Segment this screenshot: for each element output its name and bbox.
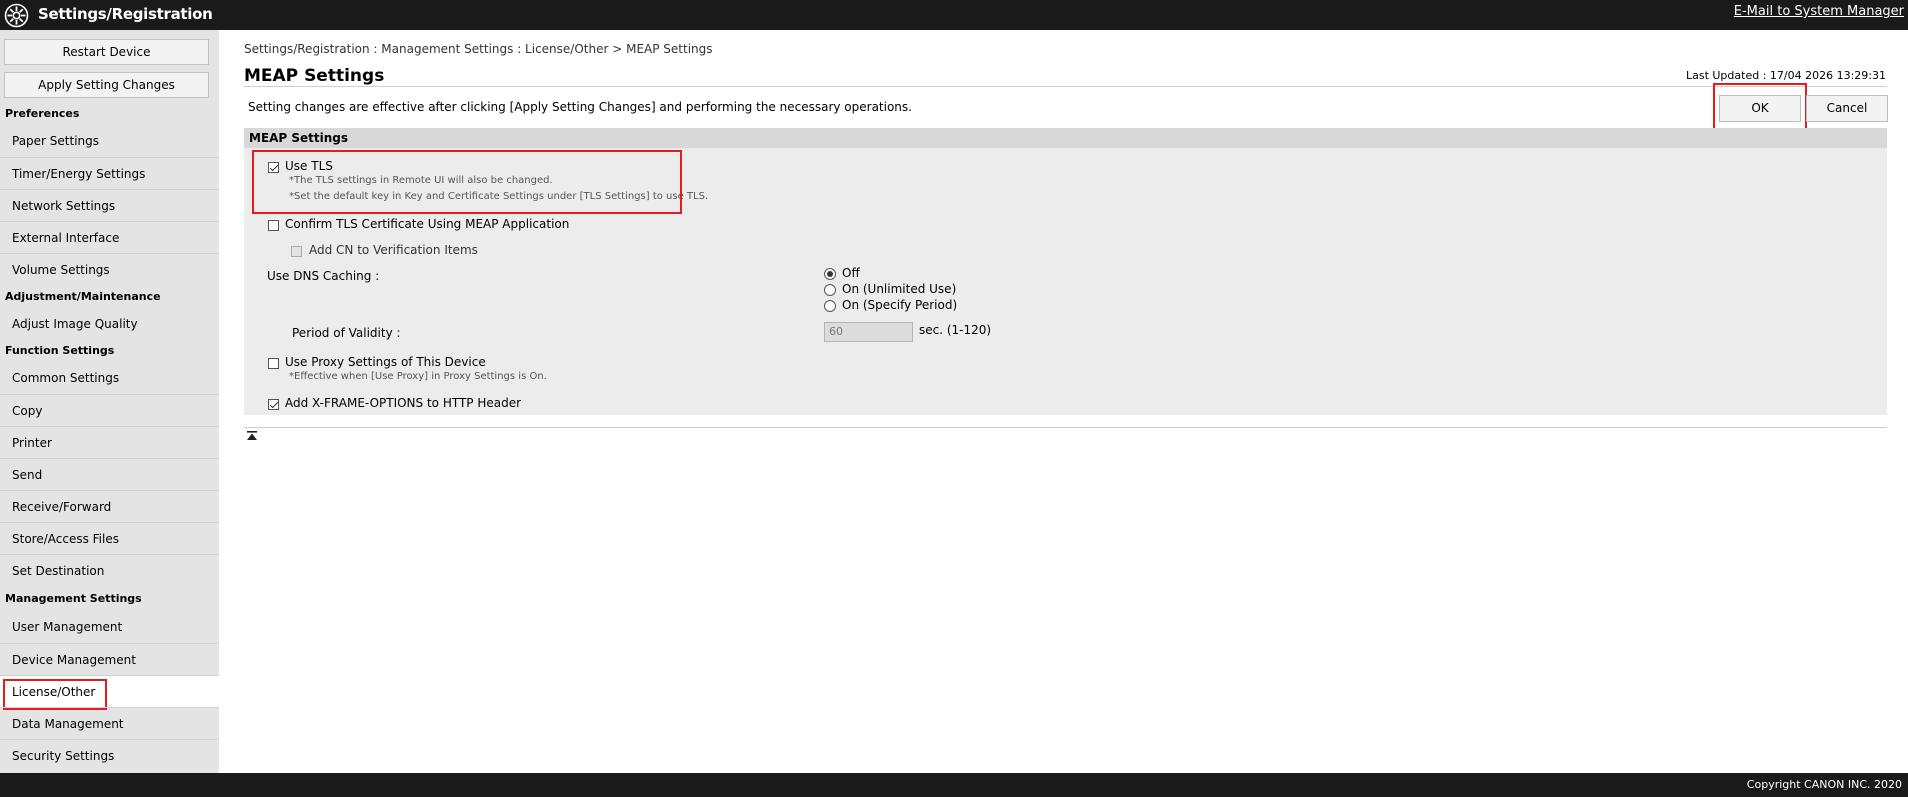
use-proxy-checkbox[interactable]	[268, 358, 279, 369]
panel-title: MEAP Settings	[244, 128, 1887, 148]
confirm-tls-label: Confirm TLS Certificate Using MEAP Appli…	[285, 217, 570, 231]
sidebar-item-adjust-image-quality[interactable]: Adjust Image Quality	[0, 308, 219, 340]
last-updated-label: Last Updated : 17/04 2026 13:29:31	[1685, 69, 1886, 82]
use-proxy-note: *Effective when [Use Proxy] in Proxy Set…	[289, 371, 547, 382]
sidebar-item-send[interactable]: Send	[0, 458, 219, 490]
period-unit-label: sec. (1-120)	[919, 323, 992, 337]
sidebar-item-device-management[interactable]: Device Management	[0, 643, 219, 675]
sidebar: Restart Device Apply Setting Changes Pre…	[0, 30, 219, 773]
sidebar-item-store-access-files[interactable]: Store/Access Files	[0, 522, 219, 554]
add-cn-checkbox[interactable]	[291, 246, 302, 257]
sidebar-item-security-settings[interactable]: Security Settings	[0, 739, 219, 771]
cancel-button[interactable]: Cancel	[1806, 95, 1888, 122]
sidebar-item-copy[interactable]: Copy	[0, 394, 219, 426]
confirm-tls-checkbox[interactable]	[268, 220, 279, 231]
sidebar-item-external-interface[interactable]: External Interface	[0, 221, 219, 253]
sidebar-item-network-settings[interactable]: Network Settings	[0, 189, 219, 221]
sidebar-item-receive-forward[interactable]: Receive/Forward	[0, 490, 219, 522]
divider	[244, 86, 1887, 87]
dns-caching-label: Use DNS Caching :	[267, 269, 380, 283]
period-of-validity-label: Period of Validity :	[292, 326, 401, 340]
sidebar-item-set-destination[interactable]: Set Destination	[0, 554, 219, 586]
email-system-manager-link[interactable]: E-Mail to System Manager	[1734, 4, 1904, 19]
back-to-top-icon[interactable]	[246, 430, 258, 442]
section-adjustment-maintenance: Adjustment/Maintenance	[5, 290, 161, 303]
dns-unlimited-label: On (Unlimited Use)	[842, 282, 957, 296]
app-title: Settings/Registration	[38, 5, 213, 23]
footer: Copyright CANON INC. 2020	[0, 773, 1908, 797]
settings-gear-icon	[4, 3, 29, 28]
ok-button[interactable]: OK	[1719, 95, 1801, 122]
sidebar-item-user-management[interactable]: User Management	[0, 611, 219, 643]
sidebar-item-volume-settings[interactable]: Volume Settings	[0, 253, 219, 285]
section-preferences: Preferences	[5, 107, 80, 120]
top-bar: Settings/Registration E-Mail to System M…	[0, 0, 1908, 30]
x-frame-options-checkbox[interactable]	[268, 399, 279, 410]
section-function-settings: Function Settings	[5, 344, 115, 357]
dns-unlimited-radio[interactable]	[824, 284, 836, 296]
add-cn-label: Add CN to Verification Items	[309, 243, 478, 257]
page-title: MEAP Settings	[244, 66, 385, 86]
use-proxy-label: Use Proxy Settings of This Device	[285, 355, 486, 369]
dns-specify-period-radio[interactable]	[824, 300, 836, 312]
sidebar-item-common-settings[interactable]: Common Settings	[0, 362, 219, 394]
divider	[244, 427, 1887, 428]
x-frame-options-label: Add X-FRAME-OPTIONS to HTTP Header	[285, 396, 522, 410]
section-management-settings: Management Settings	[5, 592, 142, 605]
copyright-text: Copyright CANON INC. 2020	[1746, 778, 1902, 791]
sidebar-item-paper-settings[interactable]: Paper Settings	[0, 125, 219, 157]
restart-device-button[interactable]: Restart Device	[4, 39, 209, 65]
breadcrumb: Settings/Registration : Management Setti…	[244, 42, 713, 56]
apply-setting-changes-button[interactable]: Apply Setting Changes	[4, 72, 209, 98]
period-of-validity-input[interactable]: 60	[824, 322, 913, 342]
dns-specify-period-label: On (Specify Period)	[842, 298, 958, 312]
notice-text: Setting changes are effective after clic…	[248, 100, 912, 114]
sidebar-item-license-other[interactable]: License/Other	[0, 675, 219, 710]
sidebar-item-printer[interactable]: Printer	[0, 426, 219, 458]
dns-off-radio[interactable]	[824, 268, 836, 280]
highlight-outline	[252, 150, 682, 214]
sidebar-item-data-management[interactable]: Data Management	[0, 707, 219, 739]
highlight-outline	[3, 679, 107, 710]
sidebar-item-timer-energy-settings[interactable]: Timer/Energy Settings	[0, 157, 219, 189]
dns-off-label: Off	[842, 266, 860, 280]
